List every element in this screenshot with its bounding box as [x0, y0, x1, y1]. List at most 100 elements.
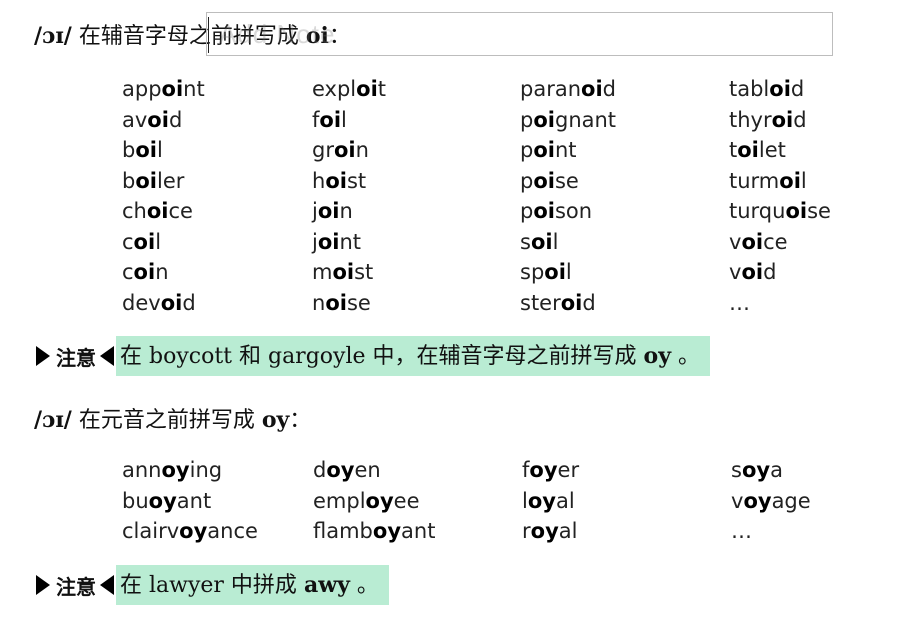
word-part: al [555, 488, 575, 513]
word-entry: employee [313, 486, 435, 517]
word-part: sp [520, 260, 545, 284]
word-entry: coil [122, 227, 205, 258]
section1-column-3: paranoid poignant point poise poison soil spoi… [520, 74, 616, 318]
word-entry: turmoil [729, 166, 831, 197]
word-entry: turquoise [729, 196, 831, 227]
word-entry: join [312, 196, 386, 227]
section2-ipa: /ɔɪ/ [34, 407, 72, 433]
word-part: n [339, 199, 353, 223]
word-highlight: oy [372, 519, 402, 543]
note1-label: 注意 [56, 345, 96, 370]
word-entry: avoid [122, 105, 205, 136]
word-highlight: oi [544, 260, 566, 284]
note-pointer-left-icon [100, 575, 114, 595]
note1-text: 在 boycott 和 gargoyle 中，在辅音字母之前拼写成 [120, 344, 644, 369]
word-entry: poise [520, 166, 616, 197]
word-highlight: oi [135, 168, 157, 193]
word-part: d [168, 107, 183, 132]
word-part: b [122, 168, 136, 193]
word-part: son [554, 199, 593, 223]
word-entry: steroid [520, 288, 616, 319]
word-highlight: oi [147, 107, 169, 132]
section1-ipa: /ɔɪ/ [34, 23, 72, 49]
word-entry: spoil [520, 257, 616, 288]
word-entry: clairvoyance [122, 516, 258, 547]
word-highlight: oy [527, 488, 556, 513]
word-part: v [729, 260, 742, 284]
word-highlight: oi [533, 168, 555, 193]
word-part: turm [729, 168, 780, 193]
word-entry: void [729, 257, 831, 288]
word-part: l [155, 229, 162, 254]
section1-column-4: tabloid thyroid toilet turmoil turquoise voic… [729, 74, 831, 318]
word-highlight: oy [161, 458, 190, 482]
word-part: d [582, 290, 596, 315]
word-highlight: oi [333, 138, 356, 162]
word-entry: voyage [731, 486, 811, 517]
word-highlight: oi [135, 138, 157, 162]
word-part: l [156, 138, 163, 162]
word-highlight: oy [743, 488, 772, 513]
note2-highlight: 在 lawyer 中拼成 awy 。 [116, 565, 389, 605]
note1-period: 。 [670, 344, 700, 369]
section1-column-1: appoint avoid boil boiler choice coil coin devo… [122, 74, 205, 318]
word-entry: flamboyant [313, 516, 435, 547]
word-part: age [771, 488, 811, 513]
section2-rule-text: 在元音之前拼写成 [71, 408, 262, 433]
section2-spelling: oy [261, 407, 290, 433]
word-part: d [763, 260, 777, 284]
word-part: paran [520, 77, 582, 101]
note2-period: 。 [349, 573, 379, 598]
word-part: gr [312, 138, 334, 162]
word-part: d [790, 77, 805, 101]
word-entry: royal [522, 516, 579, 547]
word-part: t [377, 77, 387, 101]
word-entry: groin [312, 135, 386, 166]
word-part: gnant [554, 107, 617, 132]
word-highlight: oi [771, 107, 794, 132]
word-highlight: oy [148, 488, 177, 513]
word-part: s [520, 229, 531, 254]
word-part: n [355, 138, 369, 162]
word-part: v [729, 229, 742, 254]
word-part: en [354, 458, 381, 482]
word-highlight: oi [741, 229, 764, 254]
word-part: thyr [729, 107, 772, 132]
word-entry: boil [122, 135, 205, 166]
word-highlight: oy [365, 488, 394, 513]
word-part: se [554, 168, 579, 193]
section2-column-2: doyen employee flamboyant [313, 455, 435, 547]
word-part: s [731, 458, 742, 482]
word-part: d [182, 290, 196, 315]
word-part: ch [122, 199, 147, 223]
word-part: v [731, 488, 744, 513]
word-highlight: oi [317, 199, 340, 223]
word-part: d [793, 107, 807, 132]
word-entry: poison [520, 196, 616, 227]
word-part: ster [520, 290, 561, 315]
add-note-input[interactable]: Add Note [206, 12, 833, 56]
word-part: er [557, 458, 580, 482]
word-part: l [552, 229, 559, 254]
word-part: nt [554, 138, 577, 162]
word-part: c [122, 260, 134, 284]
word-part: se [346, 290, 371, 315]
word-entry: thyroid [729, 105, 831, 136]
word-highlight: oi [741, 260, 764, 284]
word-part: bu [122, 488, 149, 513]
note-pointer-right-icon [36, 346, 50, 366]
word-entry: hoist [312, 166, 386, 197]
word-highlight: oi [161, 77, 184, 101]
word-part: ann [122, 458, 162, 482]
word-part: tabl [729, 77, 770, 101]
word-part: … [731, 519, 752, 543]
word-part: st [346, 168, 367, 193]
word-part: b [122, 138, 136, 162]
word-highlight: oi [581, 77, 603, 101]
word-highlight: oy [326, 458, 355, 482]
word-entry: joint [312, 227, 386, 258]
word-part: ant [176, 488, 212, 513]
section2-colon: ： [289, 408, 312, 433]
word-entry: appoint [122, 74, 205, 105]
word-entry: … [731, 516, 811, 547]
